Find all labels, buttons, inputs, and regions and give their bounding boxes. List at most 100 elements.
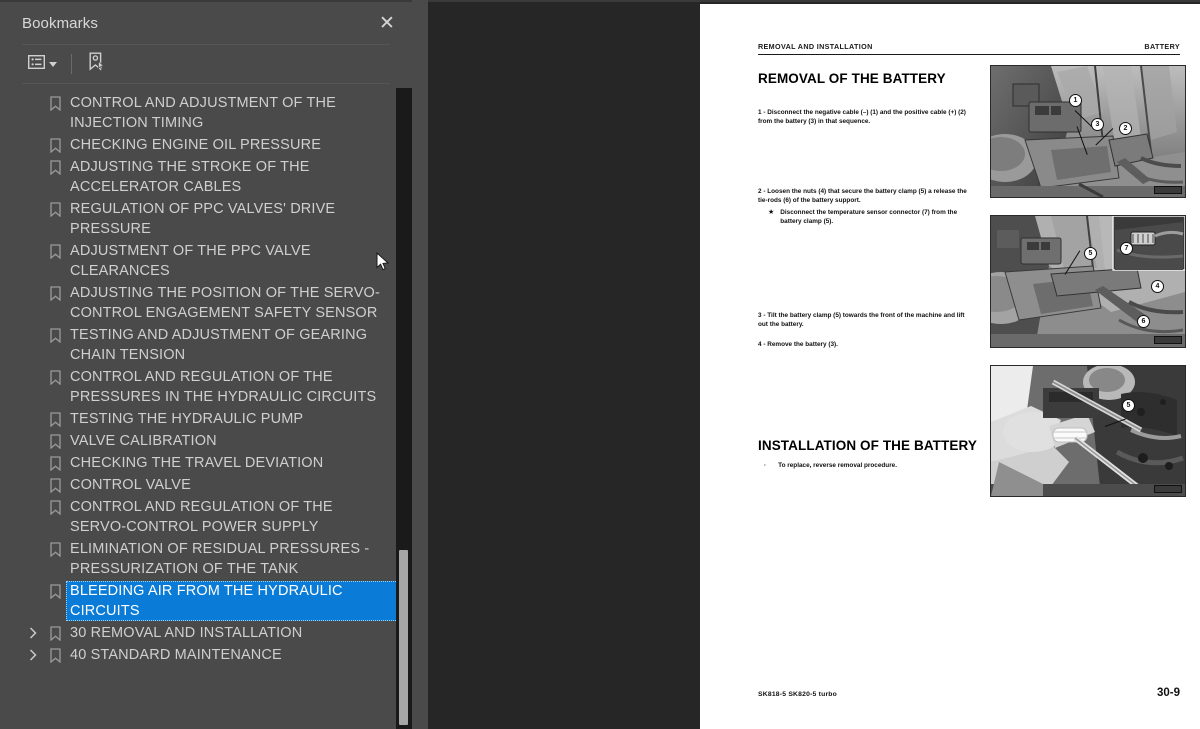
bookmark-icon [44,623,66,641]
bookmark-label: CONTROL AND ADJUSTMENT OF THE INJECTION … [70,95,336,131]
bookmark-icon [44,367,66,385]
bookmark-label: ELIMINATION OF RESIDUAL PRESSURES - PRES… [70,541,370,577]
panel-title: Bookmarks [22,14,98,32]
running-head: REMOVAL AND INSTALLATION BATTERY [758,42,1180,55]
bookmark-icon [44,475,66,493]
bookmark-label: CHECKING THE TRAVEL DEVIATION [70,455,324,471]
step-text: Loosen the nuts (4) that secure the batt… [758,187,967,204]
bookmark-options-button[interactable] [22,52,63,77]
page-footer: SK818-5 SK820-5 turbo 30-9 [758,687,1180,699]
chevron-right-icon[interactable] [22,623,44,639]
bookmark-item[interactable]: CHECKING ENGINE OIL PRESSURE [0,134,412,156]
bookmark-icon [44,497,66,515]
bookmark-icon [44,409,66,427]
callout-5: 5 [1122,399,1135,412]
bookmark-label: CONTROL VALVE [70,477,191,493]
footer-model: SK818-5 SK820-5 turbo [758,691,837,698]
procedure-step: 4 - Remove the battery (3). [758,340,974,349]
callout-5: 5 [1084,247,1097,260]
bookmark-icon [44,199,66,217]
bookmark-label: REGULATION OF PPC VALVES' DRIVE PRESSURE [70,201,336,237]
battery-lift-photo: 5 [990,365,1186,497]
list-options-icon [27,54,46,74]
bookmarks-toolbar [22,44,390,84]
step-text: Disconnect the negative cable (–) (1) an… [758,109,966,126]
running-head-left: REMOVAL AND INSTALLATION [758,42,873,51]
step-text: Tilt the battery clamp (5) towards the f… [758,311,965,329]
procedure-step: 1 - Disconnect the negative cable (–) (1… [758,108,974,127]
step-number: 4 - [758,341,766,349]
bookmarks-panel-header: Bookmarks ✕ [0,2,412,44]
bookmark-item[interactable]: ADJUSTMENT OF THE PPC VALVE CLEARANCES [0,240,412,282]
pdf-page: REMOVAL AND INSTALLATION BATTERY REMOVAL… [700,4,1200,729]
step-text: Remove the battery (3). [767,341,838,349]
bookmark-item[interactable]: 40 STANDARD MAINTENANCE [0,644,412,666]
running-head-right: BATTERY [1144,42,1180,51]
bookmark-item[interactable]: TESTING THE HYDRAULIC PUMP [0,408,412,430]
bookmark-icon [44,157,66,175]
callout-1: 1 [1069,94,1082,107]
bookmark-icon [44,135,66,153]
bookmark-item[interactable]: CONTROL AND REGULATION OF THE SERVO-CONT… [0,496,412,538]
bookmark-item[interactable]: ADJUSTING THE POSITION OF THE SERVO-CONT… [0,282,412,324]
procedure-substep: ★ Disconnect the temperature sensor conn… [758,208,978,227]
callout-2: 2 [1119,122,1132,135]
bookmark-list[interactable]: CONTROL AND ADJUSTMENT OF THE INJECTION … [0,86,412,729]
bookmark-icon [44,431,66,449]
bookmark-label: ADJUSTING THE POSITION OF THE SERVO-CONT… [70,285,380,321]
callout-7: 7 [1120,242,1133,255]
toolbar-separator [71,54,72,74]
bookmark-item[interactable]: BLEEDING AIR FROM THE HYDRAULIC CIRCUITS [0,580,412,622]
step-number: 3 - [758,311,766,319]
new-bookmark-icon [88,52,105,76]
callout-4: 4 [1151,280,1164,293]
bookmark-item[interactable]: VALVE CALIBRATION [0,430,412,452]
bookmark-item[interactable]: ELIMINATION OF RESIDUAL PRESSURES - PRES… [0,538,412,580]
pdf-reader-window: Bookmarks ✕ CONTROL AND ADJUSTMENT OF TH… [0,0,1200,729]
procedure-step: 3 - Tilt the battery clamp (5) towards t… [758,311,974,330]
new-bookmark-button[interactable] [82,49,111,79]
bullet-icon: · [764,461,767,469]
callout-6: 6 [1137,315,1150,328]
chevron-right-icon[interactable] [22,645,44,661]
photo-code-tag [1154,186,1182,194]
photo-code-tag [1154,336,1182,344]
bookmark-label: CONTROL AND REGULATION OF THE PRESSURES … [70,369,377,405]
chevron-down-icon [49,61,57,67]
bookmark-label: 30 REMOVAL AND INSTALLATION [70,625,303,641]
bookmark-item[interactable]: ADJUSTING THE STROKE OF THE ACCELERATOR … [0,156,412,198]
step-number: 2 - [758,187,766,195]
step-number: 1 - [758,109,766,116]
bookmark-item[interactable]: 30 REMOVAL AND INSTALLATION [0,622,412,644]
bookmark-icon [44,539,66,557]
bookmark-label: 40 STANDARD MAINTENANCE [70,647,282,663]
bookmark-icon [44,325,66,343]
installation-bullet-text: To replace, reverse removal procedure. [778,461,898,469]
document-canvas[interactable]: REMOVAL AND INSTALLATION BATTERY REMOVAL… [428,0,1200,729]
bookmark-item[interactable]: TESTING AND ADJUSTMENT OF GEARING CHAIN … [0,324,412,366]
bookmark-label: CHECKING ENGINE OIL PRESSURE [70,137,322,153]
bookmark-label: ADJUSTMENT OF THE PPC VALVE CLEARANCES [70,243,311,279]
bookmark-item[interactable]: REGULATION OF PPC VALVES' DRIVE PRESSURE [0,198,412,240]
bookmark-item[interactable]: CONTROL AND REGULATION OF THE PRESSURES … [0,366,412,408]
bookmark-label: CONTROL AND REGULATION OF THE SERVO-CONT… [70,499,333,535]
bookmark-label: ADJUSTING THE STROKE OF THE ACCELERATOR … [70,159,310,195]
document-viewer: REMOVAL AND INSTALLATION BATTERY REMOVAL… [412,0,1200,729]
bookmark-item[interactable]: CONTROL VALVE [0,474,412,496]
bookmark-list-scrollbar[interactable] [396,88,412,729]
callout-3: 3 [1091,118,1104,131]
bookmark-item[interactable]: CHECKING THE TRAVEL DEVIATION [0,452,412,474]
scrollbar-thumb[interactable] [399,550,408,725]
bookmark-icon [44,93,66,111]
battery-cables-photo: 1 3 2 [990,65,1186,198]
bookmark-item[interactable]: CONTROL AND ADJUSTMENT OF THE INJECTION … [0,92,412,134]
procedure-step: 2 - Loosen the nuts (4) that secure the … [758,187,974,206]
star-icon: ★ [768,209,775,217]
close-icon[interactable]: ✕ [376,12,398,34]
battery-clamp-photo: 5 7 4 6 [990,215,1186,348]
bookmark-icon [44,581,66,599]
bookmark-label: VALVE CALIBRATION [70,433,217,449]
bookmark-label: TESTING THE HYDRAULIC PUMP [70,411,304,427]
substep-text: Disconnect the temperature sensor connec… [780,209,958,226]
bookmark-icon [44,283,66,301]
